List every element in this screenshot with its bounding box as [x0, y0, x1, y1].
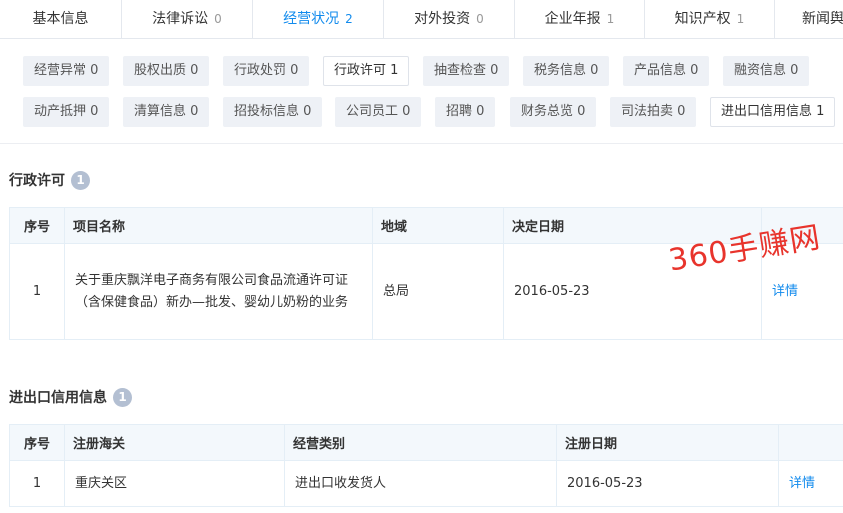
tab-annual-report[interactable]: 企业年报 1	[515, 0, 645, 38]
tab-label: 基本信息	[32, 11, 89, 27]
tab-news[interactable]: 新闻舆	[775, 0, 843, 38]
header-registration-date: 注册日期	[556, 424, 779, 461]
chip-bidding[interactable]: 招投标信息 0	[223, 97, 323, 127]
row-business-category: 进出口收发货人	[284, 460, 557, 507]
chip-inspection[interactable]: 抽查检查 0	[423, 56, 510, 86]
table-header-row: 序号 注册海关 经营类别 注册日期	[9, 424, 843, 461]
header-action	[778, 424, 843, 461]
chip-recruitment[interactable]: 招聘 0	[435, 97, 496, 127]
chip-penalty[interactable]: 行政处罚 0	[223, 56, 310, 86]
tab-count: 2	[345, 12, 353, 26]
chip-chattel-mortgage[interactable]: 动产抵押 0	[23, 97, 110, 127]
tab-count: 1	[736, 12, 745, 26]
chip-judicial-auction[interactable]: 司法拍卖 0	[610, 97, 697, 127]
chip-abnormal[interactable]: 经营异常 0	[23, 56, 110, 86]
trade-section-title: 进出口信用信息 1	[9, 387, 132, 407]
header-index: 序号	[9, 207, 65, 244]
chip-product[interactable]: 产品信息 0	[623, 56, 710, 86]
tab-business-status[interactable]: 经营状况 2	[253, 0, 384, 38]
permit-count-badge: 1	[71, 171, 90, 190]
tab-count: 0	[214, 12, 222, 26]
permit-section-title: 行政许可 1	[9, 170, 90, 190]
header-customs: 注册海关	[64, 424, 285, 461]
tab-label: 对外投资	[414, 11, 471, 27]
tab-basic-info[interactable]: 基本信息	[0, 0, 122, 38]
trade-table: 序号 注册海关 经营类别 注册日期 1 重庆关区 进出口收发货人 2016-05…	[9, 424, 843, 507]
chip-employees[interactable]: 公司员工 0	[335, 97, 422, 127]
permit-title-text: 行政许可	[9, 173, 65, 189]
tab-label: 经营状况	[283, 11, 340, 27]
tab-label: 知识产权	[674, 11, 731, 27]
chip-import-export[interactable]: 进出口信用信息 1	[710, 97, 836, 127]
row-index: 1	[9, 460, 65, 507]
header-region: 地域	[372, 207, 504, 244]
chip-finance-overview[interactable]: 财务总览 0	[510, 97, 597, 127]
details-link[interactable]: 详情	[772, 284, 798, 299]
header-project-name: 项目名称	[64, 207, 373, 244]
main-tab-bar: 基本信息 法律诉讼 0 经营状况 2 对外投资 0 企业年报 1 知识产权 1 新闻舆	[0, 0, 843, 39]
details-link[interactable]: 详情	[789, 476, 815, 491]
trade-count-badge: 1	[113, 388, 132, 407]
tab-label: 企业年报	[544, 11, 601, 27]
chip-permit[interactable]: 行政许可 1	[323, 56, 410, 86]
row-index: 1	[9, 243, 65, 340]
chip-equity-pledge[interactable]: 股权出质 0	[123, 56, 210, 86]
tab-label: 新闻舆	[802, 11, 843, 27]
chip-financing[interactable]: 融资信息 0	[723, 56, 810, 86]
chip-liquidation[interactable]: 清算信息 0	[123, 97, 210, 127]
category-chip-panel: 经营异常 0 股权出质 0 行政处罚 0 行政许可 1 抽查检查 0 税务信息 …	[0, 40, 843, 144]
row-action-cell: 详情	[778, 460, 843, 507]
row-region: 总局	[372, 243, 504, 340]
tab-ip[interactable]: 知识产权 1	[645, 0, 775, 38]
row-customs: 重庆关区	[64, 460, 285, 507]
tab-label: 法律诉讼	[152, 11, 209, 27]
row-project-name: 关于重庆飘洋电子商务有限公司食品流通许可证（含保健食品）新办—批发、婴幼儿奶粉的…	[64, 243, 373, 340]
tab-investment[interactable]: 对外投资 0	[384, 0, 515, 38]
header-index: 序号	[9, 424, 65, 461]
tab-count: 0	[476, 12, 484, 26]
table-row: 1 重庆关区 进出口收发货人 2016-05-23 详情	[9, 460, 843, 507]
row-registration-date: 2016-05-23	[556, 460, 779, 507]
tab-count: 1	[606, 12, 615, 26]
tab-litigation[interactable]: 法律诉讼 0	[122, 0, 253, 38]
trade-title-text: 进出口信用信息	[9, 390, 107, 406]
header-business-category: 经营类别	[284, 424, 557, 461]
chip-tax[interactable]: 税务信息 0	[523, 56, 610, 86]
